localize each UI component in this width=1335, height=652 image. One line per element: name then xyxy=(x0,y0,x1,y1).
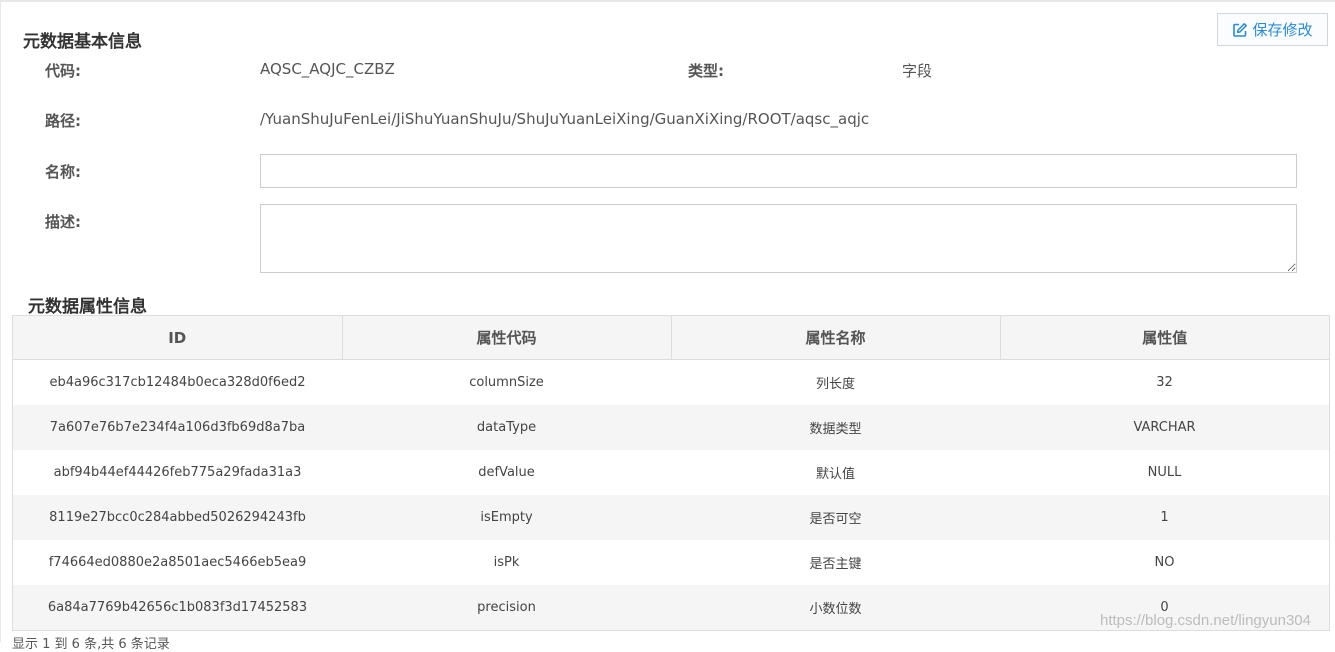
column-header-attr-name[interactable]: 属性名称 xyxy=(671,316,1001,360)
cell-attr-code: defValue xyxy=(342,450,671,495)
table-header-row: ID 属性代码 属性名称 属性值 xyxy=(13,316,1329,360)
cell-id: f74664ed0880e2a8501aec5466eb5ea9 xyxy=(13,540,342,585)
cell-attr-code: precision xyxy=(342,585,671,630)
cell-attr-code: columnSize xyxy=(342,359,671,405)
column-header-attr-value[interactable]: 属性值 xyxy=(1000,316,1329,360)
pagination-info: 显示 1 到 6 条,共 6 条记录 xyxy=(12,637,170,652)
table-row[interactable]: 8119e27bcc0c284abbed5026294243fb isEmpty… xyxy=(13,495,1329,540)
table-row[interactable]: f74664ed0880e2a8501aec5466eb5ea9 isPk 是否… xyxy=(13,540,1329,585)
save-button-label: 保存修改 xyxy=(1252,21,1313,39)
column-header-id[interactable]: ID xyxy=(13,316,343,360)
cell-attr-name: 小数位数 xyxy=(671,585,1000,630)
cell-attr-name: 是否主键 xyxy=(671,540,1000,585)
code-label: 代码: xyxy=(45,62,81,80)
path-label: 路径: xyxy=(45,112,81,130)
cell-id: eb4a96c317cb12484b0eca328d0f6ed2 xyxy=(13,359,342,405)
cell-attr-value: NULL xyxy=(1000,450,1329,495)
description-textarea[interactable] xyxy=(260,204,1297,273)
desc-label: 描述: xyxy=(45,213,81,231)
table-row[interactable]: 7a607e76b7e234f4a106d3fb69d8a7ba dataTyp… xyxy=(13,405,1329,450)
cell-attr-code: dataType xyxy=(342,405,671,450)
cell-attr-code: isEmpty xyxy=(342,495,671,540)
table-row[interactable]: abf94b44ef44426feb775a29fada31a3 defValu… xyxy=(13,450,1329,495)
name-input[interactable] xyxy=(260,154,1297,188)
path-value: /YuanShuJuFenLei/JiShuYuanShuJu/ShuJuYua… xyxy=(260,110,870,128)
cell-attr-name: 默认值 xyxy=(671,450,1000,495)
cell-attr-name: 列长度 xyxy=(671,359,1000,405)
save-button[interactable]: 保存修改 xyxy=(1217,13,1328,46)
cell-attr-value: VARCHAR xyxy=(1000,405,1329,450)
table-row[interactable]: eb4a96c317cb12484b0eca328d0f6ed2 columnS… xyxy=(13,359,1329,405)
left-border xyxy=(0,0,1,642)
watermark: https://blog.csdn.net/lingyun304 xyxy=(1100,612,1311,629)
basic-info-title: 元数据基本信息 xyxy=(23,32,142,52)
edit-icon xyxy=(1232,22,1248,38)
cell-id: 6a84a7769b42656c1b083f3d17452583 xyxy=(13,585,342,630)
cell-attr-name: 是否可空 xyxy=(671,495,1000,540)
cell-id: abf94b44ef44426feb775a29fada31a3 xyxy=(13,450,342,495)
top-border xyxy=(0,0,1335,2)
cell-attr-value: 32 xyxy=(1000,359,1329,405)
type-label: 类型: xyxy=(688,62,724,80)
cell-attr-code: isPk xyxy=(342,540,671,585)
cell-id: 7a607e76b7e234f4a106d3fb69d8a7ba xyxy=(13,405,342,450)
attributes-title: 元数据属性信息 xyxy=(28,297,147,317)
cell-id: 8119e27bcc0c284abbed5026294243fb xyxy=(13,495,342,540)
cell-attr-value: NO xyxy=(1000,540,1329,585)
code-value: AQSC_AQJC_CZBZ xyxy=(260,60,395,78)
cell-attr-name: 数据类型 xyxy=(671,405,1000,450)
cell-attr-value: 1 xyxy=(1000,495,1329,540)
name-label: 名称: xyxy=(45,163,81,181)
column-header-attr-code[interactable]: 属性代码 xyxy=(342,316,672,360)
attributes-table: ID 属性代码 属性名称 属性值 eb4a96c317cb12484b0eca3… xyxy=(12,315,1330,631)
type-value: 字段 xyxy=(902,62,933,80)
